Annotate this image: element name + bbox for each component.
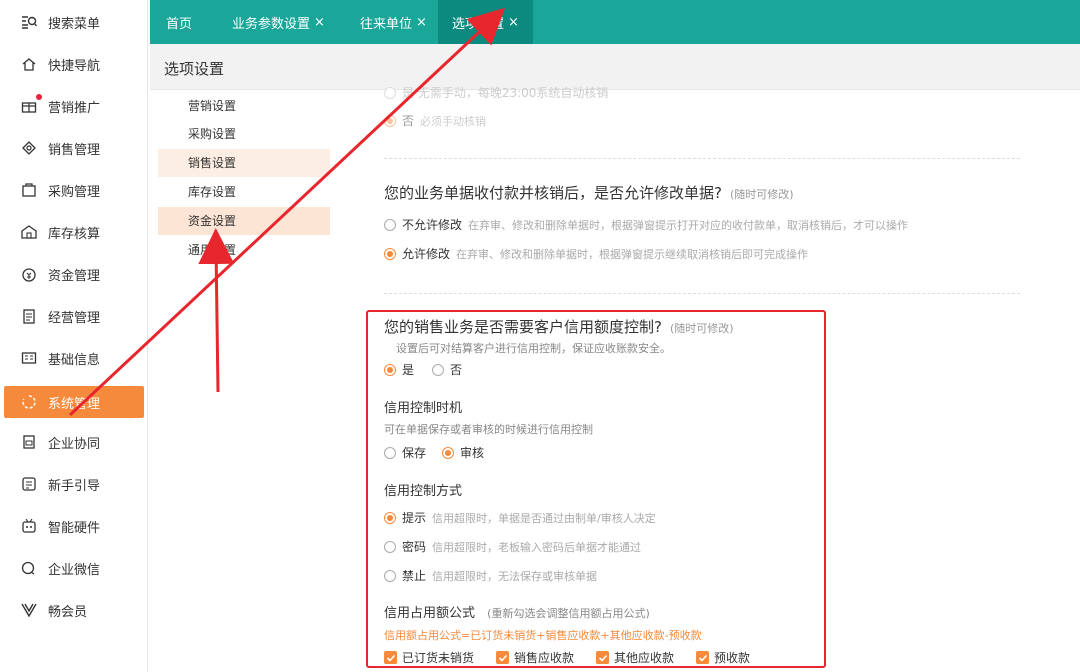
nav-label: 经营管理 — [48, 310, 101, 326]
close-icon[interactable]: × — [314, 15, 325, 30]
nav-basic-info[interactable]: 基础信息 — [0, 342, 148, 374]
nav-label: 营销推广 — [48, 100, 101, 116]
nav-label: 采购管理 — [48, 184, 101, 200]
clipboard-icon — [20, 307, 38, 325]
modify-allow-option[interactable]: 允许修改 在弃审、修改和删除单据时，根据弹窗提示继续取消核销后即可完成操作 — [384, 245, 808, 262]
nav-label: 智能硬件 — [48, 520, 101, 536]
nav-label: 畅会员 — [48, 604, 88, 620]
highlight-box — [366, 310, 826, 668]
collab-icon — [20, 433, 38, 451]
nav-label: 销售管理 — [48, 142, 101, 158]
vip-icon — [20, 601, 38, 619]
home-icon — [20, 55, 38, 73]
sales-icon — [20, 139, 38, 157]
nav-label: 快捷导航 — [48, 58, 101, 74]
nav-collaboration[interactable]: 企业协同 — [0, 426, 148, 458]
tab-label: 往来单位 — [360, 16, 413, 32]
nav-search-menu[interactable]: 搜索菜单 — [0, 6, 148, 38]
nav-beginner-guide[interactable]: 新手引导 — [0, 468, 148, 500]
nav-label: 搜索菜单 — [48, 16, 101, 32]
tab-label: 业务参数设置 — [232, 16, 311, 32]
subnav-inventory[interactable]: 库存设置 — [158, 178, 330, 206]
notification-dot — [36, 94, 42, 100]
nav-label: 基础信息 — [48, 352, 101, 368]
subnav-sales[interactable]: 销售设置 — [158, 149, 330, 177]
tab-label: 选项设置 — [452, 16, 505, 32]
nav-smart-hardware[interactable]: 智能硬件 — [0, 510, 148, 542]
option-text: 是 无需手动，每晚23:00系统自动核销 — [402, 86, 609, 100]
divider — [384, 293, 1020, 294]
radio[interactable] — [384, 114, 396, 127]
page-header: 选项设置 — [150, 44, 1080, 90]
top-tab-bar: 首页 业务参数设置 × 往来单位 × 选项设置 × — [150, 0, 1080, 44]
option-desc: 在弃审、修改和删除单据时，根据弹窗提示继续取消核销后即可完成操作 — [456, 247, 809, 261]
nav-label: 新手引导 — [48, 478, 101, 494]
radio[interactable] — [384, 247, 396, 260]
option-desc: 必须手动核销 — [420, 114, 487, 128]
menu-search-icon — [20, 13, 38, 31]
wechat-icon — [20, 559, 38, 577]
option-label: 否 — [402, 114, 415, 128]
nav-inventory[interactable]: 库存核算 — [0, 216, 148, 248]
option-label: 允许修改 — [402, 247, 451, 261]
option-label: 不允许修改 — [402, 218, 463, 232]
warehouse-icon — [20, 223, 38, 241]
money-icon — [20, 265, 38, 283]
tab-partners[interactable]: 往来单位 × — [346, 0, 441, 44]
nav-label: 企业协同 — [48, 436, 101, 452]
nav-marketing[interactable]: 营销推广 — [0, 90, 148, 122]
nav-label: 资金管理 — [48, 268, 101, 284]
auto-writeoff-no-option[interactable]: 否 必须手动核销 — [384, 112, 486, 129]
hint-text: (随时可修改) — [729, 188, 794, 201]
tab-business-params[interactable]: 业务参数设置 × — [218, 0, 339, 44]
nav-funds[interactable]: 资金管理 — [0, 258, 148, 290]
question-text: 您的业务单据收付款并核销后，是否允许修改单据? — [384, 184, 722, 202]
auto-writeoff-yes-option[interactable]: 是 无需手动，每晚23:00系统自动核销 — [384, 84, 608, 101]
modify-question: 您的业务单据收付款并核销后，是否允许修改单据? (随时可修改) — [384, 182, 794, 203]
nav-quick-nav[interactable]: 快捷导航 — [0, 48, 148, 80]
tab-option-settings[interactable]: 选项设置 × — [438, 0, 533, 44]
subnav-general[interactable]: 通用设置 — [158, 236, 330, 264]
close-icon[interactable]: × — [508, 15, 519, 30]
guide-icon — [20, 475, 38, 493]
nav-label: 库存核算 — [48, 226, 101, 242]
nav-operations[interactable]: 经营管理 — [0, 300, 148, 332]
divider — [384, 158, 1020, 159]
close-icon[interactable]: × — [416, 15, 427, 30]
gift-icon — [20, 97, 38, 115]
nav-system-management[interactable]: 系统管理 — [4, 386, 144, 418]
nav-sales[interactable]: 销售管理 — [0, 132, 148, 164]
bag-icon — [20, 181, 38, 199]
modify-disallow-option[interactable]: 不允许修改 在弃审、修改和删除单据时，根据弹窗提示打开对应的收付款单，取消核销后… — [384, 216, 908, 233]
tab-label: 首页 — [166, 16, 193, 32]
radio[interactable] — [384, 218, 396, 231]
tab-home[interactable]: 首页 — [152, 0, 206, 44]
hardware-icon — [20, 517, 38, 535]
nav-vip[interactable]: 畅会员 — [0, 594, 148, 626]
nav-label: 企业微信 — [48, 562, 101, 578]
content-area: 营销设置 采购设置 销售设置 库存设置 资金设置 通用设置 是 无需手动，每晚2… — [150, 86, 1080, 672]
nav-purchase[interactable]: 采购管理 — [0, 174, 148, 206]
radio[interactable] — [384, 86, 396, 99]
page-title: 选项设置 — [164, 60, 225, 78]
system-icon — [20, 393, 38, 411]
nav-wechat-work[interactable]: 企业微信 — [0, 552, 148, 584]
option-desc: 在弃审、修改和删除单据时，根据弹窗提示打开对应的收付款单，取消核销后，才可以操作 — [468, 218, 909, 232]
id-card-icon — [20, 349, 38, 367]
subnav-funds[interactable]: 资金设置 — [158, 207, 330, 235]
subnav-purchase[interactable]: 采购设置 — [158, 120, 330, 148]
nav-label: 系统管理 — [48, 396, 101, 412]
subnav-marketing[interactable]: 营销设置 — [158, 92, 330, 120]
left-nav: 搜索菜单 快捷导航 营销推广 销售管理 采购管理 库存核算 资金管理 经营管理 … — [0, 0, 148, 672]
